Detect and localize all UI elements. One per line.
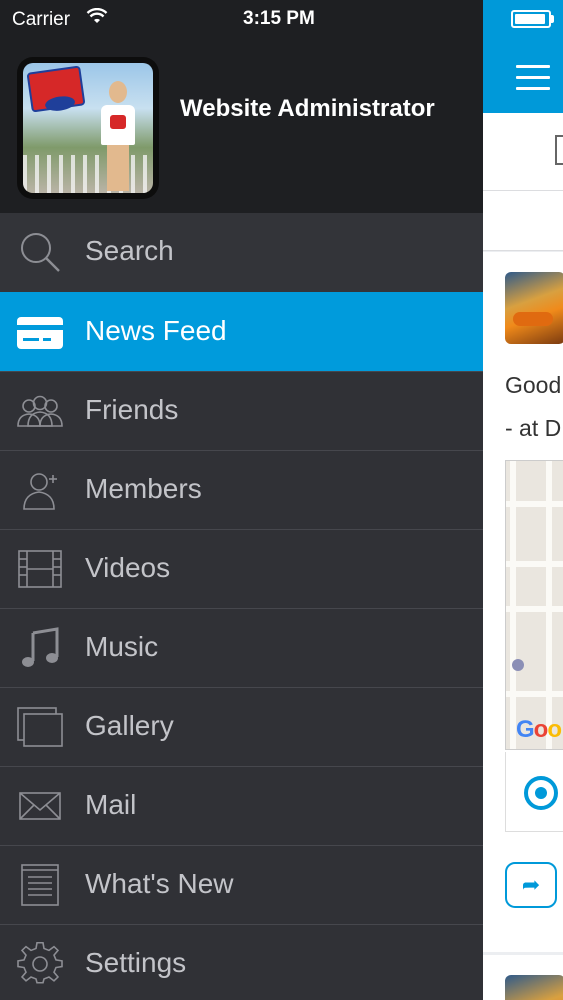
post-avatar[interactable] <box>505 975 563 1000</box>
music-icon <box>15 625 65 671</box>
mail-icon <box>15 783 65 829</box>
menu-item-label: News Feed <box>85 315 227 346</box>
avatar-photo <box>23 63 153 193</box>
whats-new-icon <box>15 862 65 908</box>
nav-menu: Search News Feed Friends Members Videos <box>0 213 483 1000</box>
menu-item-search[interactable]: Search <box>0 213 483 292</box>
search-icon <box>15 229 65 275</box>
menu-item-label: Mail <box>85 789 137 820</box>
menu-item-members[interactable]: Members <box>0 450 483 529</box>
menu-toggle-button[interactable] <box>516 65 550 91</box>
profile-header[interactable]: Website Administrator <box>0 40 483 213</box>
news-feed-icon <box>15 309 65 355</box>
menu-item-whats-new[interactable]: What's New <box>0 845 483 924</box>
menu-item-gallery[interactable]: Gallery <box>0 687 483 766</box>
status-bar: Carrier 3:15 PM <box>0 0 483 40</box>
post-text-line: Good <box>505 372 562 398</box>
menu-item-videos[interactable]: Videos <box>0 529 483 608</box>
videos-icon <box>15 546 65 592</box>
menu-item-mail[interactable]: Mail <box>0 766 483 845</box>
location-map[interactable]: Goo <box>505 460 563 750</box>
feed-filter-bar <box>483 191 563 251</box>
battery-icon <box>511 10 554 28</box>
menu-item-label: Friends <box>85 394 179 425</box>
menu-item-music[interactable]: Music <box>0 608 483 687</box>
menu-item-label: Music <box>85 631 159 662</box>
menu-item-settings[interactable]: Settings <box>0 924 483 1000</box>
profile-name: Website Administrator <box>180 95 435 122</box>
menu-item-label: Gallery <box>85 710 174 741</box>
location-target-icon[interactable] <box>524 776 558 810</box>
menu-item-label: Settings <box>85 947 187 978</box>
friends-icon <box>15 388 65 434</box>
clock: 3:15 PM <box>243 8 315 29</box>
carrier-label: Carrier <box>12 9 71 30</box>
share-arrow-icon: ➦ <box>521 872 541 897</box>
share-button[interactable]: ➦ <box>505 862 557 908</box>
menu-item-news-feed[interactable]: News Feed <box>0 292 483 371</box>
google-logo: Goo <box>516 716 562 743</box>
menu-item-label: Search <box>85 235 174 266</box>
compose-icon[interactable] <box>555 135 563 165</box>
menu-item-label: What's New <box>85 868 234 899</box>
settings-icon <box>15 941 65 987</box>
feed-panel: Good - at D Goo ➦ <box>483 0 563 1000</box>
menu-item-label: Members <box>85 473 202 504</box>
feed-post: Good - at D Goo ➦ <box>483 252 563 952</box>
members-icon <box>15 467 65 513</box>
menu-item-friends[interactable]: Friends <box>0 371 483 450</box>
map-poi-icon <box>512 659 524 671</box>
feed-post <box>483 955 563 1000</box>
wifi-icon <box>86 7 108 29</box>
menu-item-label: Videos <box>85 552 171 583</box>
brand-logo-icon <box>26 65 86 113</box>
post-text: Good - at D <box>505 364 561 450</box>
post-avatar[interactable] <box>505 272 563 344</box>
avatar[interactable] <box>17 57 159 199</box>
side-drawer: Carrier 3:15 PM Website Administrator Se… <box>0 0 483 1000</box>
app-header <box>483 0 563 113</box>
map-footer <box>505 752 563 832</box>
post-composer[interactable] <box>483 113 563 191</box>
post-location-text[interactable]: - at D <box>505 407 561 450</box>
gallery-icon <box>15 704 65 750</box>
